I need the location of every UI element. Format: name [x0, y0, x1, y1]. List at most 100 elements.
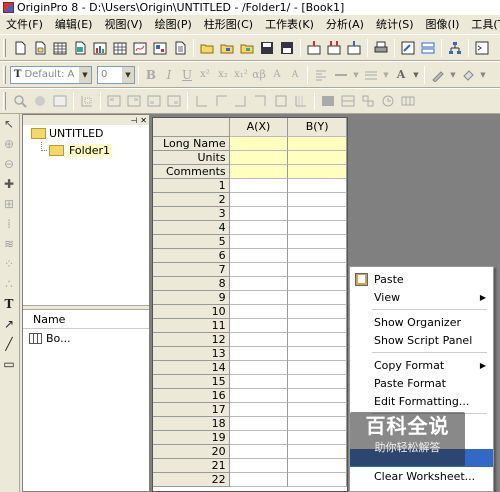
menu-column[interactable]: 柱形图(C) [198, 15, 259, 34]
corner-cell[interactable] [153, 118, 230, 137]
greek-icon[interactable]: αβ [250, 68, 268, 81]
increase-font-icon[interactable]: A [268, 69, 286, 80]
screen-reader-icon[interactable] [31, 92, 49, 110]
cell[interactable] [288, 431, 347, 445]
menu-edit[interactable]: 编辑(E) [49, 15, 99, 34]
pane-splitter[interactable] [23, 305, 149, 310]
ungroup-icon[interactable] [399, 92, 417, 110]
align-left-icon[interactable] [312, 66, 330, 84]
chevron-down-icon[interactable]: ▼ [412, 66, 420, 84]
cell[interactable] [288, 249, 347, 263]
bring-front-icon[interactable] [319, 92, 337, 110]
toolbar-grip[interactable] [3, 92, 6, 110]
group-icon[interactable] [359, 92, 377, 110]
pin-icon[interactable]: ⊣ [130, 116, 137, 125]
data-table-icon[interactable] [51, 92, 69, 110]
supersub-icon[interactable]: x₁² [232, 69, 250, 80]
mask-icon[interactable]: ∴ [0, 274, 18, 294]
column-header-a[interactable]: A(X) [229, 118, 289, 137]
cell[interactable] [229, 417, 289, 431]
menu-analysis[interactable]: 分析(A) [320, 15, 370, 34]
menu-item-clear-worksheet[interactable]: Clear Worksheet... [350, 467, 493, 485]
open-icon[interactable] [198, 39, 216, 57]
layer-four-icon[interactable] [165, 92, 183, 110]
cell[interactable] [229, 361, 289, 375]
cell[interactable] [288, 473, 347, 487]
chevron-down-icon[interactable]: ▼ [382, 66, 390, 84]
cell[interactable] [229, 445, 289, 459]
cell[interactable] [229, 347, 289, 361]
menu-file[interactable]: 文件(F) [0, 15, 49, 34]
row-number[interactable]: 17 [153, 403, 230, 417]
open-template-icon[interactable] [218, 39, 236, 57]
axis-box-icon[interactable] [212, 92, 230, 110]
import-wizard-icon[interactable] [345, 39, 363, 57]
cell[interactable] [288, 165, 347, 179]
list-header-name[interactable]: Name [23, 311, 149, 329]
data-selector-icon[interactable]: ⁞ [0, 214, 18, 234]
line-style-icon[interactable] [332, 66, 350, 84]
new-notes-icon[interactable] [171, 39, 189, 57]
axis-frame-icon[interactable] [272, 92, 290, 110]
row-number[interactable]: 16 [153, 389, 230, 403]
line-color-icon[interactable] [429, 66, 447, 84]
row-number[interactable]: 7 [153, 263, 230, 277]
superscript-icon[interactable]: x² [196, 69, 214, 80]
italic-icon[interactable]: I [160, 68, 178, 82]
row-number[interactable]: 13 [153, 347, 230, 361]
row-number[interactable]: 19 [153, 431, 230, 445]
column-header-b[interactable]: B(Y) [288, 118, 347, 137]
axis-top-icon[interactable] [252, 92, 270, 110]
new-project-icon[interactable] [11, 39, 29, 57]
print-icon[interactable] [372, 39, 390, 57]
bold-icon[interactable]: B [142, 68, 160, 82]
row-number[interactable]: 1 [153, 179, 230, 193]
chevron-down-icon[interactable]: ▼ [352, 66, 360, 84]
toolbar-grip[interactable] [3, 65, 6, 84]
row-number[interactable]: 21 [153, 459, 230, 473]
tree-item-root[interactable]: UNTITLED [23, 125, 149, 142]
cell[interactable] [288, 347, 347, 361]
rescale-icon[interactable] [78, 92, 96, 110]
new-excel-icon[interactable] [71, 39, 89, 57]
send-back-icon[interactable] [339, 92, 357, 110]
save-icon[interactable] [258, 39, 276, 57]
cell[interactable] [288, 151, 347, 165]
new-layout-icon[interactable] [151, 39, 169, 57]
row-number[interactable]: 6 [153, 249, 230, 263]
chevron-down-icon[interactable]: ▼ [449, 66, 457, 84]
row-label[interactable]: Comments [153, 165, 230, 179]
row-label[interactable]: Long Name [153, 137, 230, 151]
cell[interactable] [229, 305, 289, 319]
chevron-down-icon[interactable]: ▼ [79, 66, 91, 83]
zoom-in-icon[interactable]: ⊕ [0, 134, 18, 154]
cell[interactable] [229, 291, 289, 305]
save-template-icon[interactable] [278, 39, 296, 57]
row-number[interactable]: 9 [153, 291, 230, 305]
row-number[interactable]: 2 [153, 193, 230, 207]
scale-icon[interactable]: ≋ [0, 234, 18, 254]
command-window-icon[interactable] [473, 39, 491, 57]
row-number[interactable]: 22 [153, 473, 230, 487]
cell[interactable] [229, 151, 289, 165]
row-number[interactable]: 5 [153, 235, 230, 249]
cell[interactable] [288, 291, 347, 305]
new-matrix-icon[interactable] [111, 39, 129, 57]
cell[interactable] [229, 375, 289, 389]
fill-color-icon[interactable] [459, 66, 477, 84]
axis-left-icon[interactable] [192, 92, 210, 110]
clock-icon[interactable] [379, 92, 397, 110]
project-explorer-icon[interactable] [446, 39, 464, 57]
cell[interactable] [229, 403, 289, 417]
open-excel-icon[interactable] [238, 39, 256, 57]
layer-icon[interactable] [105, 92, 123, 110]
cell[interactable] [229, 319, 289, 333]
menu-item-copy-format[interactable]: Copy Format ▶ [350, 356, 493, 374]
import-multiple-ascii-icon[interactable] [325, 39, 343, 57]
line-width-icon[interactable] [362, 66, 380, 84]
cell[interactable] [288, 459, 347, 473]
chevron-down-icon[interactable]: ▼ [122, 66, 134, 83]
cell[interactable] [288, 333, 347, 347]
cell[interactable] [229, 389, 289, 403]
row-number[interactable]: 14 [153, 361, 230, 375]
